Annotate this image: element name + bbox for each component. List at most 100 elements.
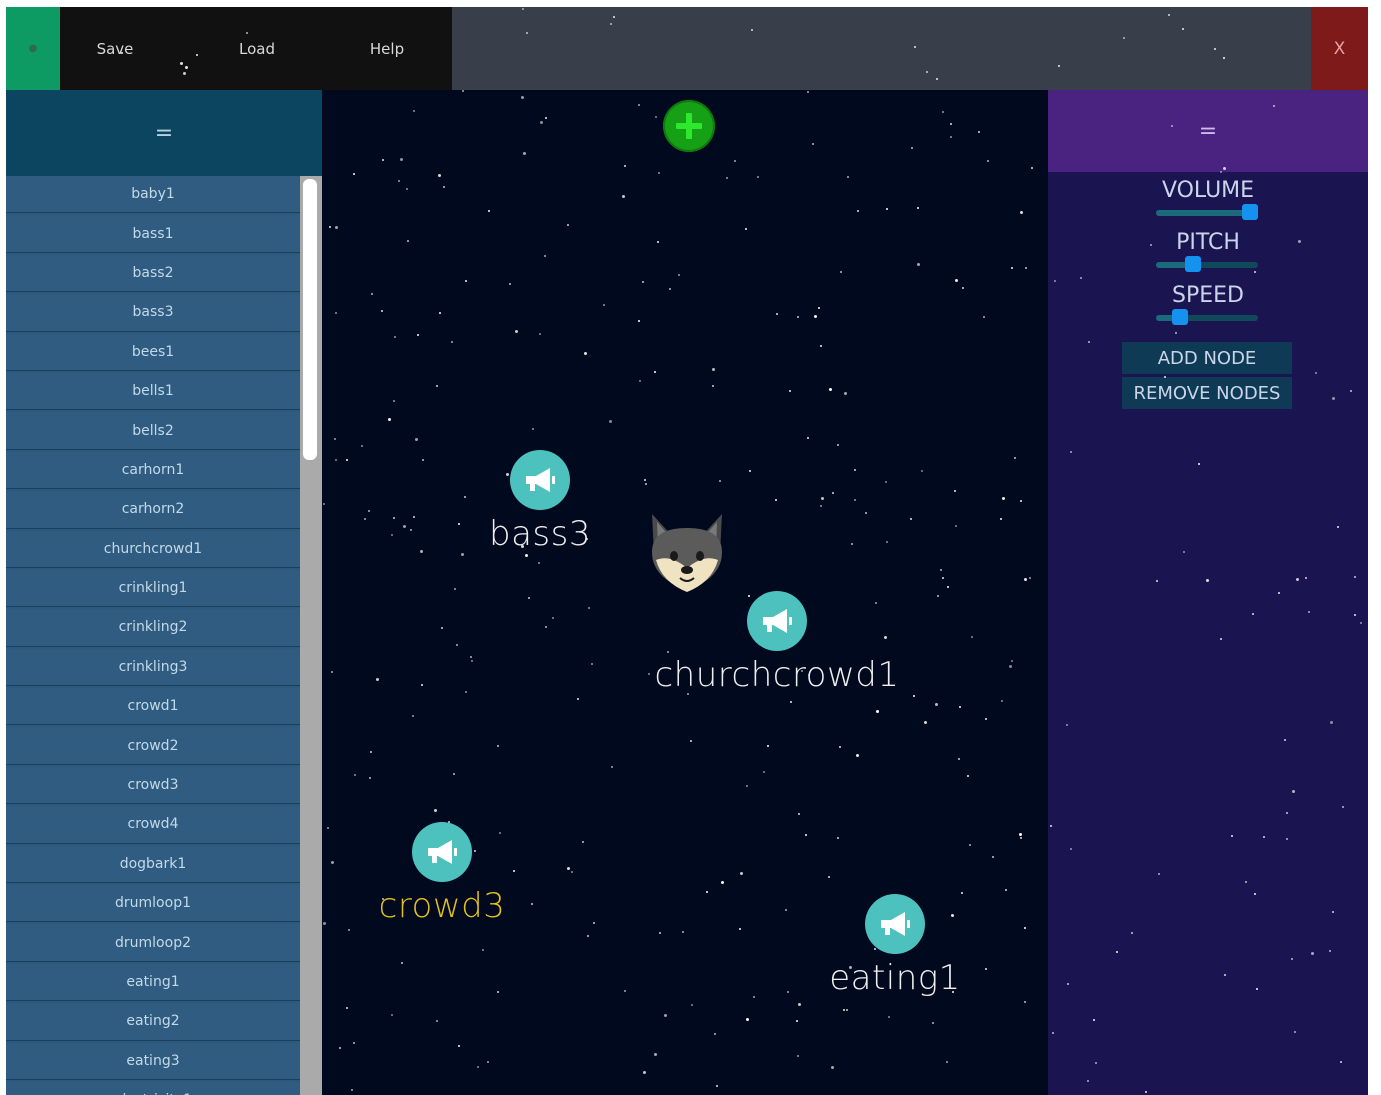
scrollbar-thumb[interactable] [303,179,317,460]
load-button[interactable]: Load [202,7,312,90]
star [1278,592,1280,594]
star [1206,579,1209,582]
listener-avatar[interactable] [642,508,732,598]
sound-list-item[interactable]: eating1 [6,963,300,1002]
right-panel-drag-handle[interactable]: = [1048,90,1368,172]
add-node-button[interactable]: ADD NODE [1122,342,1292,374]
star [1087,1080,1089,1082]
sound-list-item[interactable]: bells2 [6,412,300,450]
star [734,160,736,162]
top-toolbar: ● Save Load Help X [6,7,1368,90]
star [323,503,325,505]
star [712,385,714,387]
star [610,23,612,25]
sound-list-item[interactable]: drumloop1 [6,885,300,923]
star [716,1085,718,1087]
star [785,909,787,911]
star [1066,724,1068,726]
sound-list-item[interactable]: bells1 [6,372,300,411]
star [1095,1062,1097,1064]
pitch-slider[interactable] [1156,256,1258,272]
sound-list-item[interactable]: crowd1 [6,688,300,726]
star [351,1089,353,1091]
star [690,740,692,742]
star [346,459,348,461]
star [851,543,853,545]
star [745,228,747,230]
sound-list-item[interactable]: bees1 [6,333,300,371]
pitch-slider-thumb[interactable] [1184,256,1201,272]
star [539,333,541,335]
star [523,152,526,155]
speed-slider[interactable] [1156,309,1258,325]
star [567,867,570,870]
sound-list-item[interactable]: bass2 [6,254,300,293]
sound-list-item[interactable]: crowd4 [6,806,300,844]
sound-list-item[interactable]: eating3 [6,1042,300,1080]
star [497,991,499,993]
star [1332,911,1334,913]
star [913,695,915,697]
star [1182,28,1184,30]
star [763,771,765,773]
star [820,345,822,347]
left-panel-drag-handle[interactable]: = [6,90,322,176]
sound-list-item[interactable]: dogbark1 [6,845,300,884]
sound-list-item[interactable]: carhorn1 [6,451,300,490]
star [335,226,338,229]
help-button[interactable]: Help [332,7,442,90]
close-button[interactable]: X [1311,7,1368,90]
star [436,385,438,387]
speed-slider-thumb[interactable] [1172,309,1189,325]
sound-list[interactable]: baby1 bass1 bass2 bass3 bees1 bells1 bells2 car… [6,176,300,1095]
star [958,758,960,760]
sound-canvas[interactable]: bass3 churchcrowd1 crowd3 eating1 [322,90,1048,1095]
sound-list-item[interactable]: eating2 [6,1003,300,1041]
sound-list-scrollbar[interactable] [300,176,322,1095]
star [1168,14,1170,16]
star [1330,721,1333,724]
save-button[interactable]: Save [60,7,170,90]
sound-list-item[interactable]: crowd2 [6,727,300,765]
volume-label: VOLUME [1161,178,1255,203]
sound-list-item[interactable]: crinkling3 [6,648,300,687]
sound-list-item[interactable]: drumloop2 [6,924,300,962]
star [545,117,547,119]
star [522,8,524,10]
menu-toggle-button[interactable]: ● [6,7,60,90]
sound-list-item[interactable]: crinkling2 [6,609,300,647]
star [748,595,750,597]
add-sound-button[interactable] [663,100,715,152]
star [361,445,363,447]
sound-list-item[interactable]: carhorn2 [6,491,300,529]
star [532,428,534,430]
star [828,876,830,878]
sound-list-item[interactable]: churchcrowd1 [6,530,300,568]
star [339,1047,341,1049]
star [740,872,743,875]
star [474,850,476,852]
sound-list-item[interactable]: baby1 [6,176,300,214]
remove-nodes-button[interactable]: REMOVE NODES [1122,377,1292,409]
star [843,1009,845,1011]
sound-list-item[interactable]: bass3 [6,294,300,332]
star [805,834,807,836]
star [775,499,777,501]
star [421,684,423,686]
star [506,473,509,476]
star [1298,240,1301,243]
star [987,160,989,162]
volume-slider-thumb[interactable] [1241,204,1258,220]
sound-list-item[interactable]: bass1 [6,215,300,253]
star [331,671,333,673]
sound-list-item[interactable]: crinkling1 [6,569,300,608]
star [967,775,969,777]
star [854,469,856,471]
star [609,420,612,423]
sound-list-item[interactable]: crowd3 [6,766,300,805]
volume-slider[interactable] [1156,204,1258,220]
sound-list-item[interactable]: electricity1 [6,1081,300,1095]
star [538,562,540,564]
star [721,881,724,884]
star [1093,1019,1095,1021]
